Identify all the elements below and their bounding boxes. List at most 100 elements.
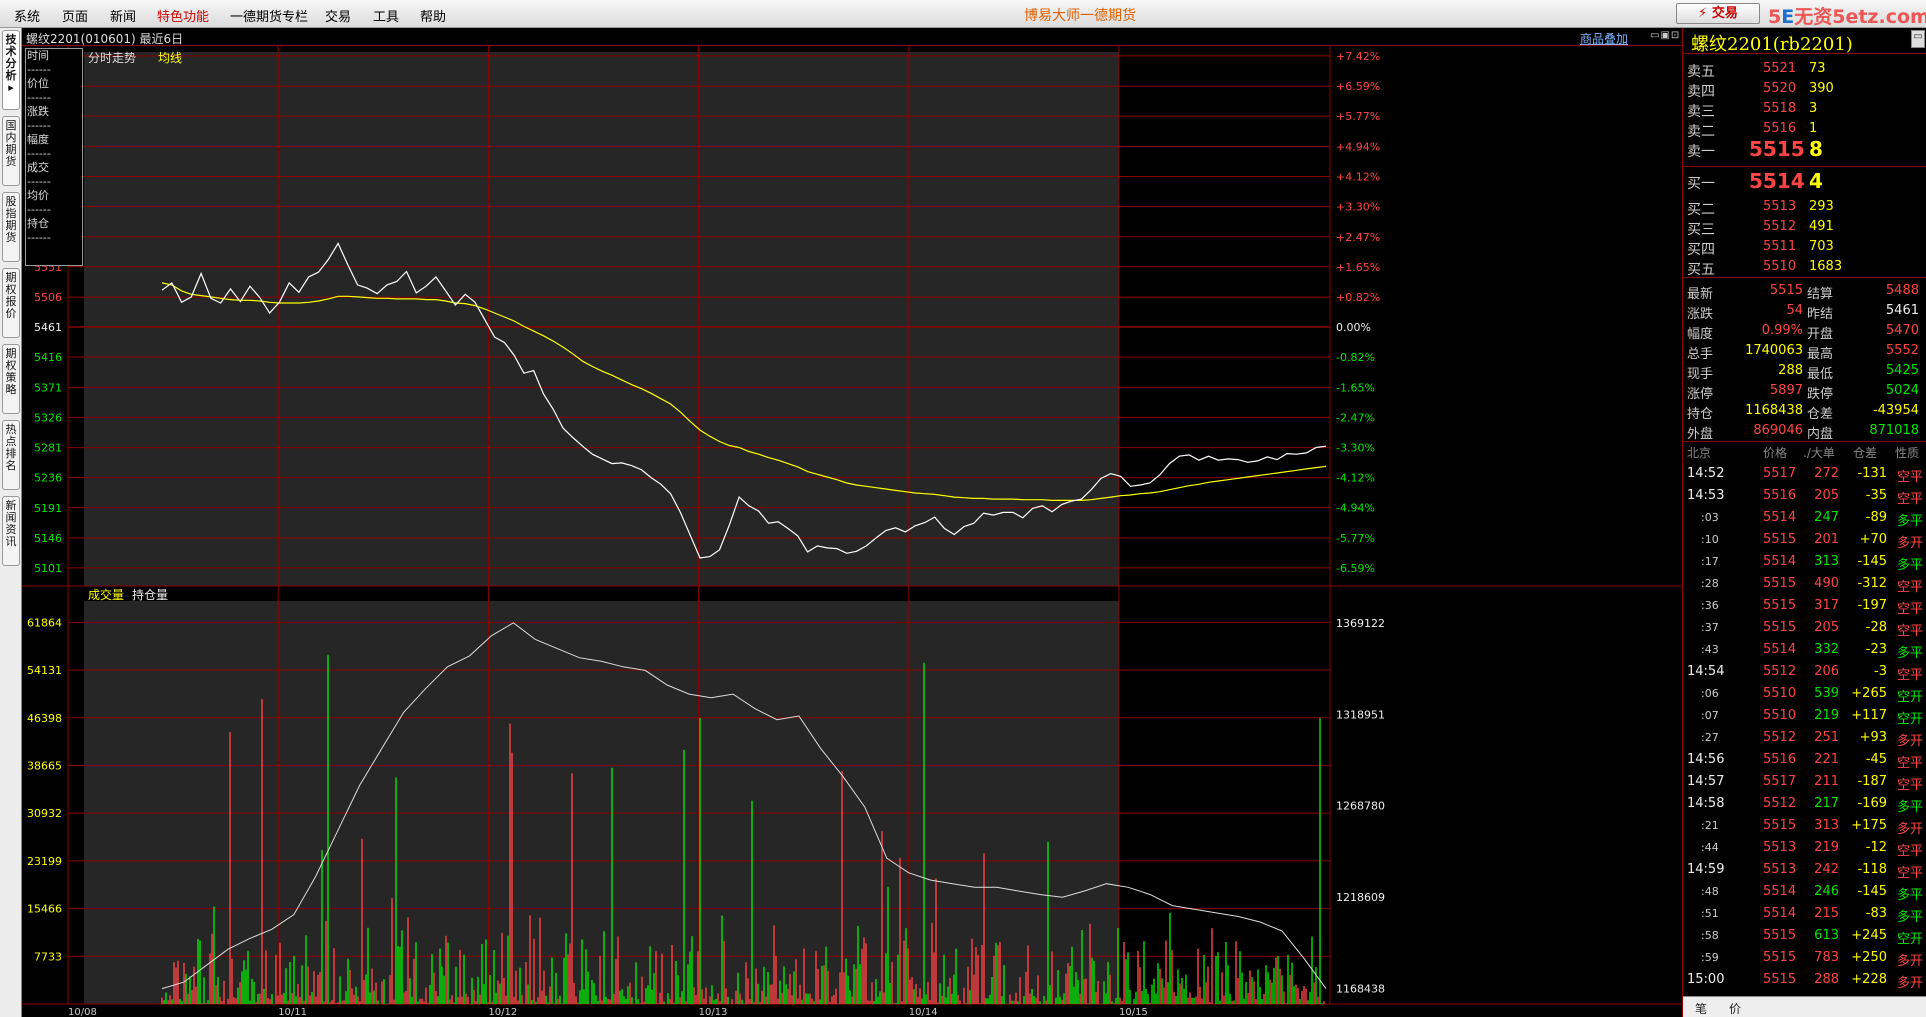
tick-price: 5514 — [1763, 510, 1797, 525]
tick-price: 5510 — [1763, 686, 1797, 701]
tab-domestic-futures[interactable]: 国内期货 — [2, 116, 20, 186]
tick-delta: +175 — [1851, 818, 1887, 833]
menu-item-system[interactable]: 系统 — [14, 6, 40, 25]
tick-volume: 490 — [1814, 576, 1839, 591]
collapse-icon[interactable]: ▭ — [1911, 30, 1925, 48]
tick-row[interactable]: 14:53 5516 205 -35 空平 — [1683, 484, 1926, 507]
tick-row[interactable]: :17 5514 313 -145 多平 — [1683, 550, 1926, 573]
x-day-label: 10/08 — [68, 1007, 97, 1017]
ask-row[interactable]: 卖三 5518 3 — [1683, 98, 1926, 120]
tick-row[interactable]: :37 5515 205 -28 空平 — [1683, 616, 1926, 639]
tick-row[interactable]: 14:54 5512 206 -3 空平 — [1683, 660, 1926, 683]
level-label: 买一 — [1687, 176, 1715, 192]
tick-header-time: 北京 — [1687, 446, 1712, 460]
tick-row[interactable]: :43 5514 332 -23 多平 — [1683, 638, 1926, 661]
tick-time: :58 — [1701, 929, 1719, 942]
menu-item-special[interactable]: 特色功能 — [157, 6, 209, 25]
y-left-tick: 5236 — [34, 472, 62, 485]
tick-row[interactable]: :03 5514 247 -89 多平 — [1683, 506, 1926, 529]
x-day-label: 10/13 — [699, 1007, 728, 1017]
menu-item-trade[interactable]: 交易 — [325, 6, 351, 25]
tick-row[interactable]: :27 5512 251 +93 多开 — [1683, 726, 1926, 749]
tick-time: 14:59 — [1687, 862, 1725, 877]
tick-time: :10 — [1701, 533, 1719, 546]
tick-time: 14:57 — [1687, 774, 1725, 789]
y-left-tick: 5416 — [34, 351, 62, 364]
tick-row[interactable]: :06 5510 539 +265 空开 — [1683, 682, 1926, 705]
tick-row[interactable]: :58 5515 613 +245 空开 — [1683, 924, 1926, 947]
tick-header-nature: 性质 — [1895, 446, 1920, 460]
tab-index-futures[interactable]: 股指期货 — [2, 192, 20, 262]
menu-item-help[interactable]: 帮助 — [420, 6, 446, 25]
bid-row[interactable]: 买五 5510 1683 — [1683, 256, 1926, 278]
tick-row[interactable]: :28 5515 490 -312 空平 — [1683, 572, 1926, 595]
tick-volume: 272 — [1814, 466, 1839, 481]
tick-row[interactable]: :10 5515 201 +70 多开 — [1683, 528, 1926, 551]
tab-news[interactable]: 新闻资讯 — [2, 496, 20, 566]
commodity-overlay-link[interactable]: 商品叠加 — [1580, 30, 1628, 47]
tick-row[interactable]: :51 5514 215 -83 多平 — [1683, 902, 1926, 925]
vol-left-tick: 61864 — [27, 616, 62, 629]
tab-tick-by-tick[interactable]: 笔 — [1695, 1000, 1707, 1017]
tick-row[interactable]: :59 5515 783 +250 多开 — [1683, 946, 1926, 969]
tick-row[interactable]: :48 5514 246 -145 多平 — [1683, 880, 1926, 903]
tab-option-quotes[interactable]: 期权报价 — [2, 268, 20, 338]
tick-nature: 空平 — [1896, 866, 1923, 881]
tick-row[interactable]: :36 5515 317 -197 空平 — [1683, 594, 1926, 617]
tick-price: 5515 — [1763, 532, 1797, 547]
quote-title: 螺纹2201(rb2201) — [1691, 34, 1853, 55]
stat-value: 5425 — [1885, 363, 1919, 378]
vol-right-tick: 1318951 — [1336, 708, 1385, 721]
tick-row[interactable]: 14:52 5517 272 -131 空平 — [1683, 462, 1926, 485]
divider — [1683, 277, 1926, 278]
ask-row[interactable]: 卖二 5516 1 — [1683, 118, 1926, 140]
ask-row[interactable]: 卖一 5515 8 — [1683, 137, 1926, 161]
tick-delta: -131 — [1857, 466, 1887, 481]
menu-item-yide-column[interactable]: 一德期货专栏 — [230, 6, 308, 25]
tab-hot-ranking[interactable]: 热点排名 — [2, 420, 20, 490]
menu-item-tools[interactable]: 工具 — [373, 6, 399, 25]
tab-option-strategy[interactable]: 期权策略 — [2, 344, 20, 414]
menu-bar: 系统 页面 新闻 特色功能 一德期货专栏 交易 工具 帮助 博易大师一德期货 ⚡… — [0, 0, 1926, 28]
tick-nature: 空平 — [1896, 844, 1923, 859]
tab-price-distribution[interactable]: 价 — [1729, 1000, 1741, 1017]
bid-row[interactable]: 买三 5512 491 — [1683, 216, 1926, 238]
tick-volume: 613 — [1814, 928, 1839, 943]
tick-price: 5515 — [1763, 950, 1797, 965]
tab-technical-analysis[interactable]: 技术分析 ▸ — [2, 30, 20, 110]
bid-row[interactable]: 买一 5514 4 — [1683, 169, 1926, 193]
info-value: ------ — [27, 63, 51, 76]
vol-left-tick: 30932 — [27, 807, 62, 820]
level-price: 5510 — [1763, 259, 1797, 274]
level-price: 5511 — [1763, 239, 1797, 254]
tick-row[interactable]: 14:59 5513 242 -118 空平 — [1683, 858, 1926, 881]
window-controls-icon[interactable]: ▭▣⊡ — [1650, 30, 1680, 41]
tick-time: :51 — [1701, 907, 1719, 920]
y-right-tick: +7.42% — [1336, 50, 1380, 63]
stat-value: 288 — [1778, 363, 1803, 378]
tick-row[interactable]: :44 5513 219 -12 空平 — [1683, 836, 1926, 859]
tick-row[interactable]: 15:00 5515 288 +228 多开 — [1683, 968, 1926, 991]
stat-value: 5461 — [1885, 303, 1919, 318]
tick-row[interactable]: 14:58 5512 217 -169 多平 — [1683, 792, 1926, 815]
tick-price: 5513 — [1763, 840, 1797, 855]
tick-row[interactable]: 14:56 5516 221 -45 空平 — [1683, 748, 1926, 771]
tick-row[interactable]: 14:57 5517 211 -187 空平 — [1683, 770, 1926, 793]
ask-row[interactable]: 卖四 5520 390 — [1683, 78, 1926, 100]
trade-button[interactable]: ⚡ 交易 — [1676, 3, 1760, 24]
bid-row[interactable]: 买四 5511 703 — [1683, 236, 1926, 258]
tick-row[interactable]: :07 5510 219 +117 空开 — [1683, 704, 1926, 727]
bid-row[interactable]: 买二 5513 293 — [1683, 196, 1926, 218]
tick-row[interactable]: :21 5515 313 +175 多开 — [1683, 814, 1926, 837]
vol-left-tick: 46398 — [27, 712, 62, 725]
level-price: 5512 — [1763, 219, 1797, 234]
level-volume: 491 — [1809, 219, 1834, 234]
level-volume: 3 — [1809, 101, 1818, 116]
menu-item-page[interactable]: 页面 — [62, 6, 88, 25]
menu-item-news[interactable]: 新闻 — [110, 6, 136, 25]
intraday-chart[interactable]: +7.42% +6.59% +5.77% +4.94% +4.12% +3.30% +2.4… — [22, 46, 1682, 1017]
tick-delta: -312 — [1857, 576, 1887, 591]
stat-row: 持仓 1168438 仓差 -43954 — [1683, 400, 1926, 422]
ask-row[interactable]: 卖五 5521 73 — [1683, 58, 1926, 80]
tick-nature: 多平 — [1896, 800, 1923, 815]
